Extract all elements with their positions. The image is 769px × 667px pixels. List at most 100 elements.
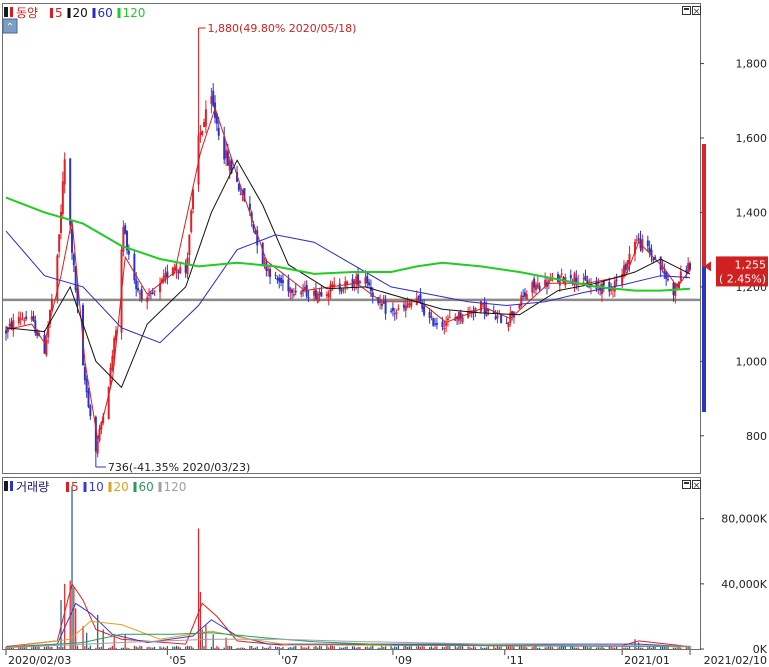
volume-bar [627,647,629,649]
maximize-icon [684,8,689,10]
candle-body [523,292,526,297]
x-tick-label: 2021/02/10 [704,654,767,667]
candle-body [263,260,266,262]
range-down-bar [702,266,706,412]
price-pane-close-button[interactable]: × [692,6,701,18]
volume-bar [531,647,533,649]
candle-body [556,274,559,282]
candle-body [608,281,611,292]
volume-bar [274,646,277,649]
volume-bar [482,647,484,649]
volume-bar [339,647,341,649]
y-tick-label: 1,800 [736,58,768,71]
volume-bar [293,646,295,649]
volume-bar [441,646,444,649]
volume-bar [500,646,502,649]
volume-bar [392,647,394,649]
volume-bar [577,647,579,649]
date-x-axis: 2020/02/03 '05 '07 '09 '11 2021/01 2021/02/10 [5,650,767,667]
volume-bar [421,645,423,649]
volume-bar [665,646,667,649]
volume-bar [34,646,36,649]
candle-body [30,316,33,320]
candle-body [434,323,437,325]
volume-bar [454,646,456,649]
volume-bar [49,647,51,649]
low-annotation: 736(-41.35% 2020/03/23) [95,459,250,474]
price-y-axis: 8001,0001,2001,4001,6001,800 [700,58,767,443]
candle-body [5,330,7,334]
legend-swatch-icon [50,8,53,18]
volume-bar [218,647,220,649]
volume-bar [229,645,231,649]
volume-bar [524,646,526,649]
candle-body [496,315,499,319]
volume-bar [287,647,290,649]
volume-bar [346,646,348,649]
volume-bar [124,634,126,649]
volume-bar [307,646,310,649]
maximize-icon [684,482,689,484]
candle-body [320,292,323,297]
candle-body [69,158,72,225]
volume-bar [616,646,618,649]
candle-body [423,306,426,315]
volume-bar [573,647,576,649]
volume-bar [625,647,627,649]
volume-bar [406,646,409,649]
legend-color-icon [10,7,13,17]
last-price-value: 1,255 [735,258,767,271]
candle-body [210,96,213,104]
candle-body [393,313,396,315]
candle-body [237,183,240,191]
volume-bar [377,647,379,649]
y-tick-label: 80,000K [721,513,767,526]
volume-bar [533,646,535,649]
volume-pane-maximize-button[interactable] [682,480,691,489]
collapse-button[interactable]: ⌃ [2,18,18,34]
volume-bar [390,646,392,649]
volume-bar [300,645,302,649]
volume-bar [544,647,546,649]
volume-bar [449,646,451,649]
price-pane-maximize-button[interactable] [682,6,691,15]
candle-body [60,211,63,233]
candle-body [397,308,400,310]
volume-bar [612,647,614,649]
volume-bar [163,646,165,649]
volume-bar [575,647,577,649]
volume-bar [62,646,64,649]
legend-swatch-icon [92,8,96,18]
volume-bar [331,645,334,649]
legend-swatch-icon [108,482,112,492]
volume-bar [410,646,412,649]
candle-body [280,277,283,283]
volume-bar [230,646,233,649]
volume-bar [205,624,207,649]
volume-bar [23,647,25,649]
last-price-change: ( 2.45%) [719,272,766,285]
candle-body [342,288,345,290]
volume-bar [159,646,161,649]
volume-bar [384,646,387,649]
volume-bar [43,647,46,649]
volume-bar [621,647,623,649]
volume-bar [190,646,192,649]
candle-body [294,290,297,293]
volume-bar [251,645,253,649]
candle-body [228,160,231,171]
candle-body [622,265,625,275]
volume-bar [537,648,539,649]
volume-bar [429,647,431,649]
candle-body [318,292,321,296]
volume-bar [507,646,510,649]
volume-bar [416,646,418,649]
candle-body [190,210,193,232]
candle-body [61,181,64,215]
candle-body [212,90,215,106]
volume-bar [368,647,370,649]
volume-pane-close-button[interactable]: × [692,480,701,492]
volume-bar [570,646,572,649]
volume-bar [64,583,66,649]
volume-bar [111,645,113,649]
